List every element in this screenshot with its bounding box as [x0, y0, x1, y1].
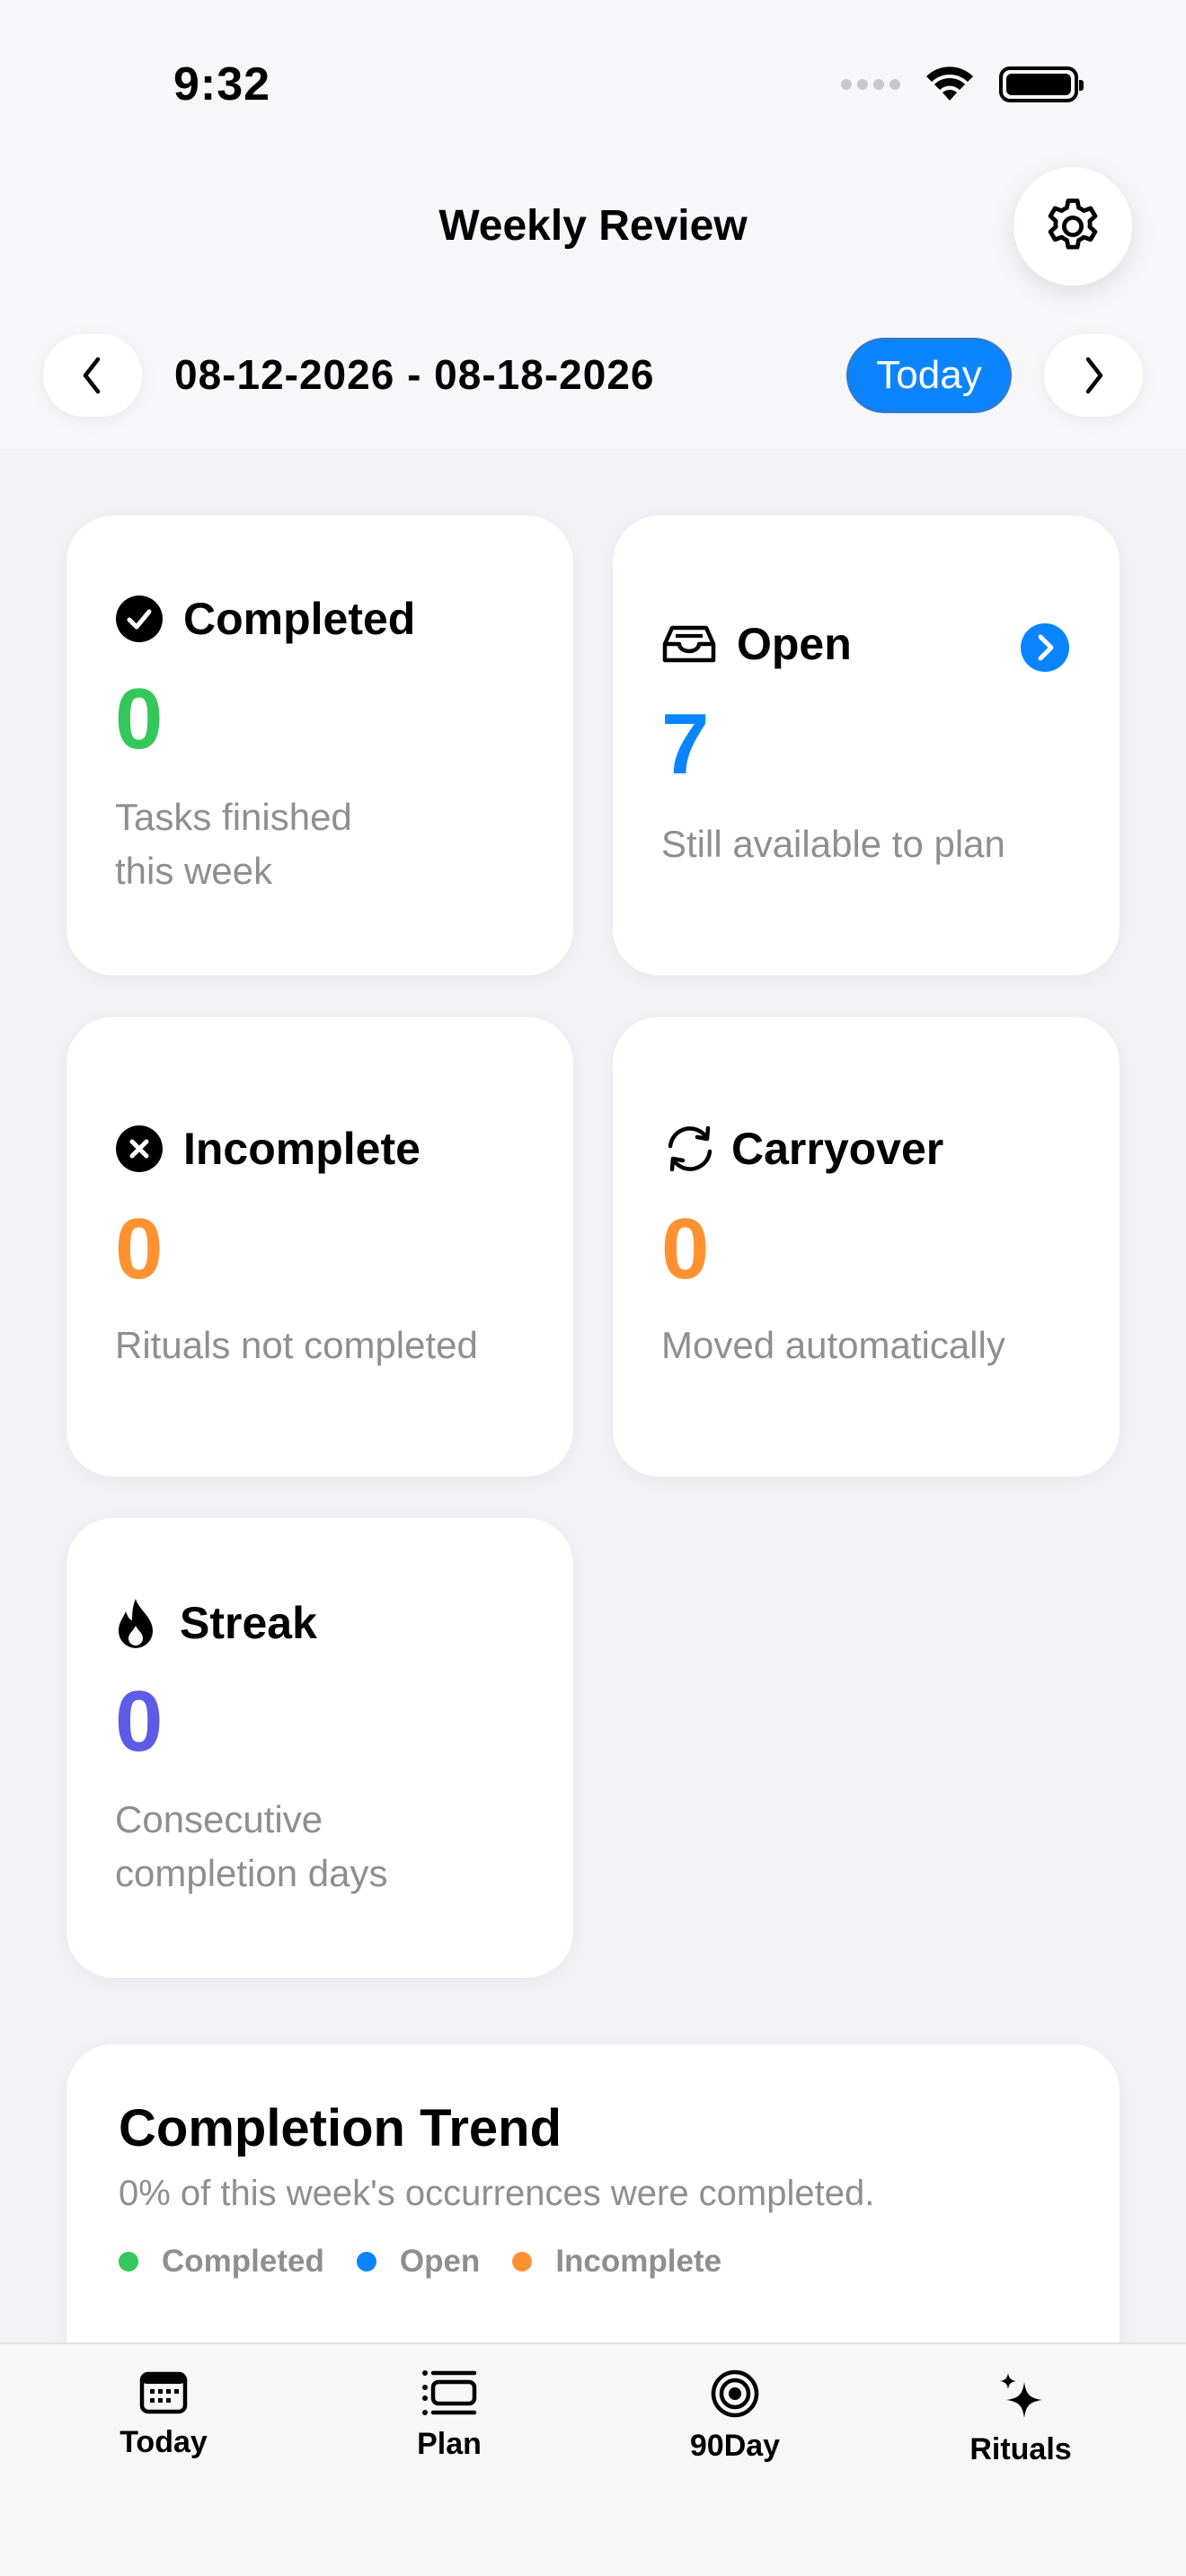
- today-button[interactable]: Today: [846, 338, 1012, 413]
- chevron-right-circle-icon[interactable]: [1021, 623, 1069, 672]
- streak-card: Streak 0 Consecutive completion days: [66, 1518, 573, 1978]
- tab-label: Rituals: [969, 2432, 1072, 2466]
- page-title: Weekly Review: [438, 202, 748, 250]
- wifi-icon: [926, 66, 973, 101]
- battery-icon: [999, 66, 1084, 102]
- calendar-icon: [139, 2371, 188, 2414]
- tab-label: Plan: [417, 2427, 482, 2461]
- open-card[interactable]: Open 7 Still available to plan: [613, 516, 1120, 975]
- tab-bar: Today Plan 90Day Rituals: [0, 2342, 1186, 2576]
- date-navigator: 08-12-2026 - 08-18-2026 Today: [43, 334, 1143, 417]
- open-title: Open: [737, 619, 852, 669]
- incomplete-value: 0: [115, 1201, 164, 1297]
- incomplete-card: Incomplete 0 Rituals not completed: [66, 1017, 573, 1477]
- legend-open: Open: [356, 2244, 481, 2280]
- settings-button[interactable]: [1013, 167, 1132, 286]
- chevron-left-icon: [83, 357, 101, 394]
- legend-completed: Completed: [119, 2244, 324, 2280]
- tab-plan[interactable]: Plan: [359, 2369, 539, 2462]
- carryover-card: Carryover 0 Moved automatically: [613, 1017, 1120, 1477]
- open-value: 7: [661, 696, 710, 792]
- next-week-button[interactable]: [1044, 334, 1143, 417]
- tab-rituals[interactable]: Rituals: [931, 2369, 1111, 2467]
- tab-label: Today: [119, 2425, 208, 2459]
- completed-card: Completed 0 Tasks finished this week: [66, 516, 573, 975]
- trend-legend: Completed Open Incomplete: [119, 2244, 721, 2280]
- date-range: 08-12-2026 - 08-18-2026: [174, 351, 655, 398]
- legend-label: Incomplete: [555, 2244, 722, 2279]
- streak-value: 0: [115, 1673, 164, 1769]
- x-circle-icon: [116, 1125, 163, 1172]
- legend-dot: [512, 2252, 533, 2272]
- legend-dot: [356, 2252, 376, 2272]
- tab-90day[interactable]: 90Day: [645, 2369, 825, 2464]
- trend-subtitle: 0% of this week's occurrences were compl…: [119, 2174, 875, 2213]
- completed-title: Completed: [183, 594, 416, 644]
- trend-title: Completion Trend: [119, 2099, 562, 2157]
- streak-description: Consecutive completion days: [115, 1798, 388, 1894]
- carryover-description: Moved automatically: [661, 1324, 1005, 1366]
- incomplete-description: Rituals not completed: [115, 1324, 478, 1366]
- gear-icon: [1048, 198, 1098, 250]
- completed-value: 0: [115, 671, 164, 767]
- streak-title: Streak: [180, 1598, 317, 1648]
- legend-incomplete: Incomplete: [512, 2244, 721, 2280]
- status-icons: [841, 65, 1084, 104]
- tab-label: 90Day: [689, 2429, 781, 2463]
- flame-icon: [119, 1599, 153, 1648]
- checkmark-circle-icon: [116, 595, 163, 642]
- legend-dot: [119, 2252, 138, 2272]
- cellular-signal-icon: [841, 79, 900, 90]
- incomplete-title: Incomplete: [183, 1124, 420, 1174]
- legend-label: Completed: [162, 2244, 324, 2279]
- status-time: 9:32: [173, 58, 271, 110]
- previous-week-button[interactable]: [43, 334, 142, 417]
- list-icon: [422, 2370, 477, 2415]
- tab-today[interactable]: Today: [74, 2369, 253, 2460]
- open-description: Still available to plan: [661, 823, 1005, 865]
- carryover-value: 0: [661, 1201, 710, 1297]
- refresh-arrows-icon: [668, 1125, 712, 1172]
- header: 9:32 Weekly Review 08-12-2026 - 08-18-20…: [0, 0, 1186, 449]
- legend-label: Open: [399, 2244, 481, 2279]
- completed-description: Tasks finished this week: [115, 796, 352, 892]
- chevron-right-icon: [1085, 357, 1103, 394]
- carryover-title: Carryover: [731, 1124, 944, 1174]
- target-icon: [711, 2369, 759, 2418]
- sparkles-icon: [1000, 2373, 1042, 2418]
- inbox-tray-icon: [662, 625, 716, 663]
